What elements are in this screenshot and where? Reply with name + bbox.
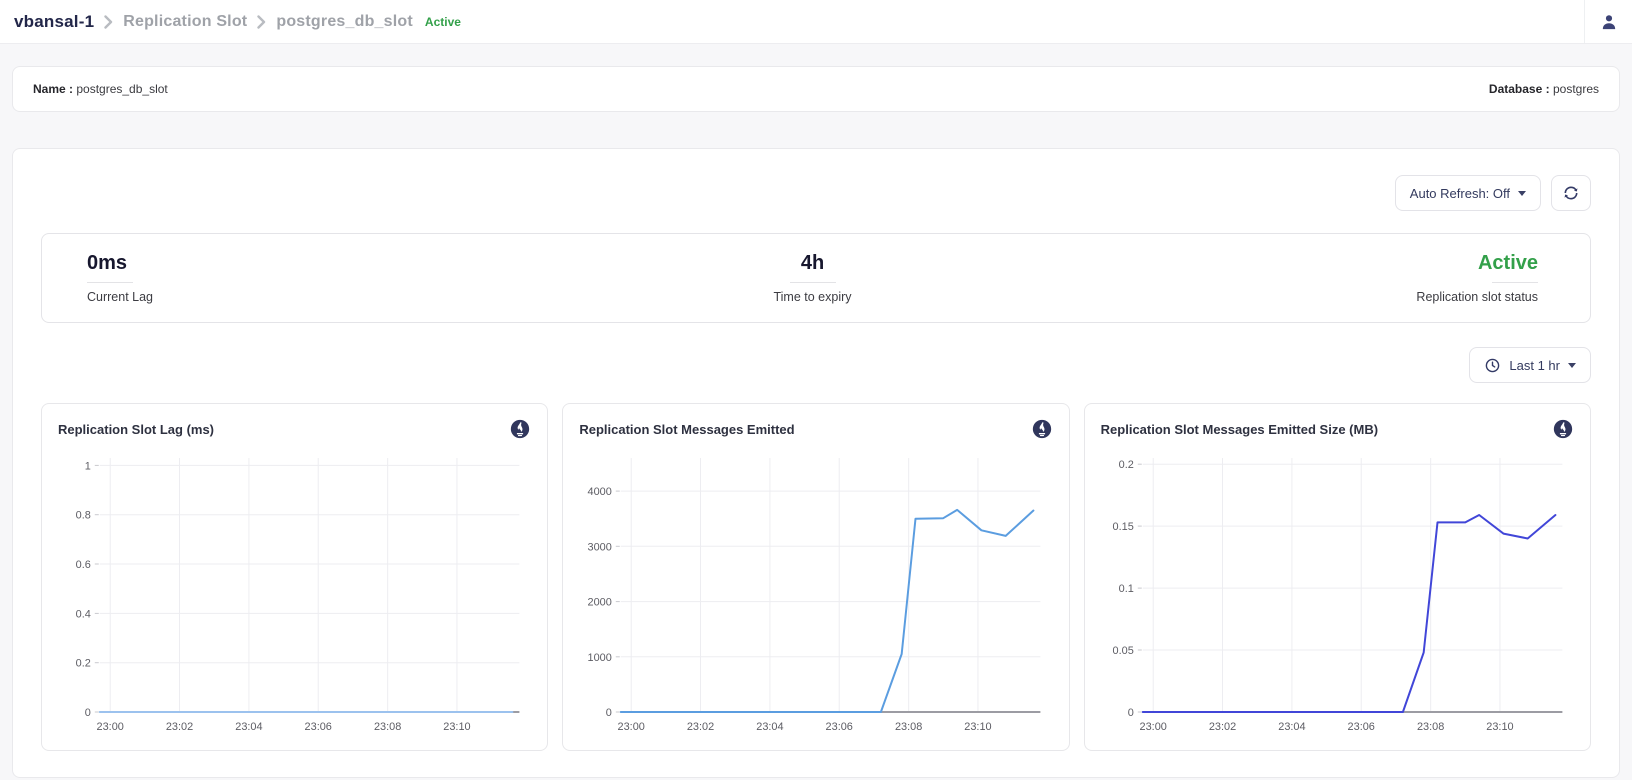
slot-name: Name : postgres_db_slot <box>33 82 168 96</box>
prometheus-icon[interactable] <box>509 418 531 440</box>
svg-text:23:10: 23:10 <box>1486 721 1513 733</box>
time-range-label: Last 1 hr <box>1509 358 1560 373</box>
metrics-panel: Auto Refresh: Off 0ms Current Lag 4h <box>12 148 1620 778</box>
time-to-expiry-value: 4h <box>801 252 824 275</box>
svg-text:2000: 2000 <box>588 597 612 609</box>
svg-text:1: 1 <box>85 460 91 472</box>
chart-header: Replication Slot Lag (ms) <box>58 418 531 440</box>
svg-text:23:04: 23:04 <box>1278 721 1305 733</box>
svg-text:23:02: 23:02 <box>687 721 714 733</box>
user-icon <box>1599 12 1619 32</box>
breadcrumb-slot-name: postgres_db_slot <box>276 13 413 31</box>
svg-text:23:06: 23:06 <box>1347 721 1374 733</box>
svg-text:23:06: 23:06 <box>305 721 332 733</box>
time-to-expiry-label: Time to expiry <box>773 290 851 304</box>
breadcrumb: vbansal-1 Replication Slot postgres_db_s… <box>14 12 461 32</box>
charts-row: Replication Slot Lag (ms) 0 0.2 0.4 0.6 0.8 1… <box>41 403 1591 751</box>
top-bar: vbansal-1 Replication Slot postgres_db_s… <box>0 0 1632 44</box>
replication-slot-page: vbansal-1 Replication Slot postgres_db_s… <box>0 0 1632 780</box>
stat-time-to-expiry: 4h Time to expiry <box>571 252 1055 304</box>
svg-text:1000: 1000 <box>588 652 612 664</box>
breadcrumb-universe[interactable]: vbansal-1 <box>14 12 94 32</box>
stat-divider <box>87 282 133 283</box>
svg-text:23:00: 23:00 <box>1139 721 1166 733</box>
caret-down-icon <box>1518 191 1526 196</box>
svg-text:23:10: 23:10 <box>443 721 470 733</box>
svg-text:0.1: 0.1 <box>1118 583 1133 595</box>
svg-text:0: 0 <box>1127 707 1133 719</box>
svg-text:0.4: 0.4 <box>76 608 91 620</box>
chart-card-slot-lag: Replication Slot Lag (ms) 0 0.2 0.4 0.6 0.8 1… <box>41 403 548 751</box>
prometheus-icon[interactable] <box>1031 418 1053 440</box>
caret-down-icon <box>1568 363 1576 368</box>
slot-name-value: postgres_db_slot <box>76 82 167 96</box>
slot-name-label: Name : <box>33 82 73 96</box>
slot-info-bar: Name : postgres_db_slot Database : postg… <box>12 66 1620 112</box>
chevron-right-icon <box>104 15 113 29</box>
slot-database: Database : postgres <box>1489 82 1599 96</box>
svg-text:0: 0 <box>606 707 612 719</box>
svg-text:0.2: 0.2 <box>76 658 91 670</box>
slot-status-value: Active <box>1478 252 1538 275</box>
chart-title: Replication Slot Messages Emitted <box>579 422 794 437</box>
chart-replication-slot-lag: 0 0.2 0.4 0.6 0.8 1 23:00 23:02 23:04 23:06 23:08 2… <box>58 446 531 738</box>
time-range-dropdown[interactable]: Last 1 hr <box>1469 347 1591 383</box>
stat-slot-status: Active Replication slot status <box>1054 252 1538 304</box>
refresh-icon <box>1562 184 1580 202</box>
refresh-button[interactable] <box>1551 175 1591 211</box>
stat-current-lag: 0ms Current Lag <box>87 252 571 304</box>
svg-text:23:02: 23:02 <box>1208 721 1235 733</box>
current-lag-value: 0ms <box>87 252 127 275</box>
slot-database-label: Database : <box>1489 82 1550 96</box>
svg-text:23:08: 23:08 <box>374 721 401 733</box>
svg-text:0.6: 0.6 <box>76 559 91 571</box>
svg-text:23:06: 23:06 <box>826 721 853 733</box>
auto-refresh-label: Auto Refresh: Off <box>1410 186 1510 201</box>
chart-card-messages-emitted: Replication Slot Messages Emitted 0 1000 2… <box>562 403 1069 751</box>
user-menu-button[interactable] <box>1584 0 1632 43</box>
stat-divider <box>790 282 836 283</box>
chart-messages-emitted-size: 0 0.05 0.1 0.15 0.2 23:00 23:02 23:04 23:06 23:08… <box>1101 446 1574 738</box>
time-range-toolbar: Last 1 hr <box>41 347 1591 383</box>
svg-text:0.05: 0.05 <box>1112 645 1133 657</box>
chart-messages-emitted: 0 1000 2000 3000 4000 23:00 23:02 23:04 23:06 23:… <box>579 446 1052 738</box>
svg-text:23:10: 23:10 <box>965 721 992 733</box>
svg-text:0: 0 <box>85 707 91 719</box>
svg-text:23:02: 23:02 <box>166 721 193 733</box>
chevron-right-icon <box>257 15 266 29</box>
chart-card-messages-emitted-size: Replication Slot Messages Emitted Size (… <box>1084 403 1591 751</box>
clock-icon <box>1484 357 1501 374</box>
slot-status-badge: Active <box>425 15 461 29</box>
auto-refresh-dropdown[interactable]: Auto Refresh: Off <box>1395 175 1541 211</box>
chart-header: Replication Slot Messages Emitted Size (… <box>1101 418 1574 440</box>
breadcrumb-section[interactable]: Replication Slot <box>123 13 247 31</box>
svg-text:23:00: 23:00 <box>97 721 124 733</box>
slot-status-label: Replication slot status <box>1416 290 1538 304</box>
prometheus-icon[interactable] <box>1552 418 1574 440</box>
current-lag-label: Current Lag <box>87 290 153 304</box>
svg-text:0.15: 0.15 <box>1112 521 1133 533</box>
summary-stats-bar: 0ms Current Lag 4h Time to expiry Active… <box>41 233 1591 323</box>
slot-database-value: postgres <box>1553 82 1599 96</box>
stat-divider <box>1492 282 1538 283</box>
svg-text:0.8: 0.8 <box>76 510 91 522</box>
svg-text:23:04: 23:04 <box>235 721 262 733</box>
svg-text:23:00: 23:00 <box>618 721 645 733</box>
svg-text:0.2: 0.2 <box>1118 459 1133 471</box>
svg-text:23:04: 23:04 <box>757 721 784 733</box>
refresh-toolbar: Auto Refresh: Off <box>41 175 1591 211</box>
svg-text:23:08: 23:08 <box>1417 721 1444 733</box>
chart-header: Replication Slot Messages Emitted <box>579 418 1052 440</box>
svg-text:23:08: 23:08 <box>895 721 922 733</box>
svg-text:4000: 4000 <box>588 486 612 498</box>
chart-title: Replication Slot Messages Emitted Size (… <box>1101 422 1378 437</box>
chart-title: Replication Slot Lag (ms) <box>58 422 214 437</box>
svg-text:3000: 3000 <box>588 541 612 553</box>
